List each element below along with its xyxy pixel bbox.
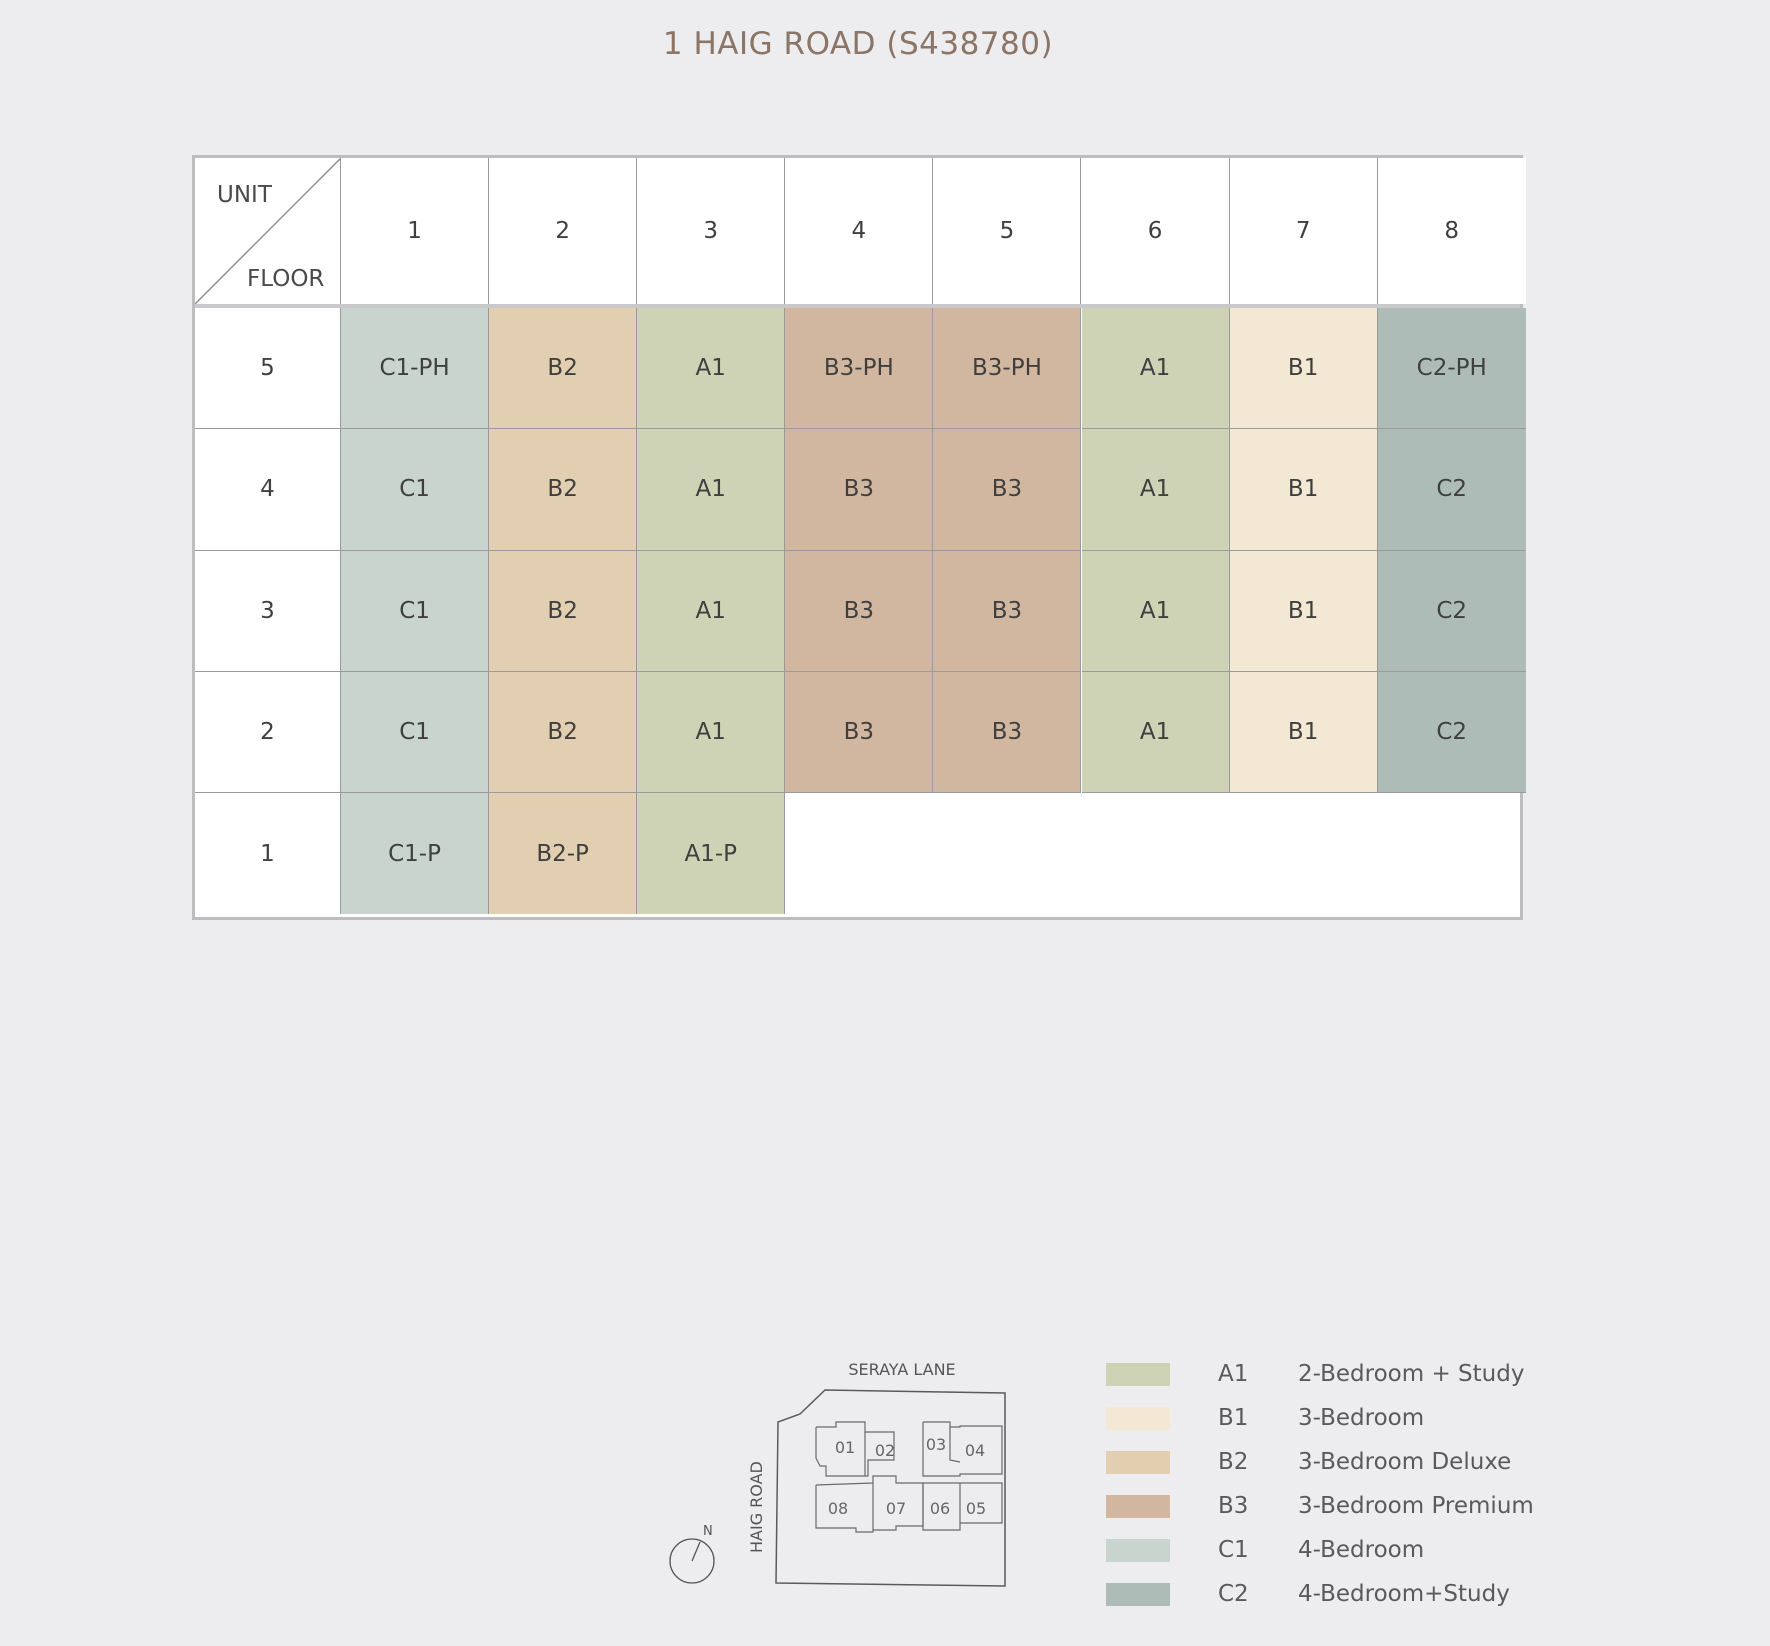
unit-cell: B3 <box>933 550 1082 672</box>
legend-swatch <box>1106 1406 1170 1430</box>
unit-cell: A1-P <box>637 793 786 915</box>
legend-code: B3 <box>1218 1493 1249 1519</box>
legend-code: C1 <box>1218 1537 1249 1563</box>
legend: A1 2-Bedroom + Study B1 3-Bedroom B2 3-Bedroo… <box>1106 1352 1534 1616</box>
unit-cell: A1 <box>1081 308 1230 430</box>
unit-cell: C1-PH <box>341 308 490 430</box>
unit-header-6: 6 <box>1081 158 1230 304</box>
unit-cell: B3 <box>933 671 1082 794</box>
legend-code: C2 <box>1218 1581 1249 1607</box>
unit-cell: A1 <box>1081 671 1230 794</box>
unit-cell: A1 <box>1081 550 1230 672</box>
unit-cell: B3 <box>785 429 934 551</box>
block-label-02: 02 <box>875 1441 895 1460</box>
unit-cell: B1 <box>1229 671 1378 794</box>
unit-cell: C2-PH <box>1377 308 1526 430</box>
legend-description: 3-Bedroom <box>1298 1405 1425 1431</box>
site-plan: SERAYA LANE HAIG ROAD 01 02 03 04 05 06 … <box>669 1360 1006 1587</box>
unit-cell: B2 <box>489 671 638 794</box>
unit-cell: C1-P <box>341 793 490 915</box>
floor-label-4: 4 <box>195 429 341 551</box>
unit-cell: B2-P <box>489 793 638 915</box>
unit-header-2: 2 <box>489 158 638 304</box>
corner-unit-label: UNIT <box>217 182 272 208</box>
floor-label-3: 3 <box>195 550 341 672</box>
block-label-03: 03 <box>926 1435 946 1454</box>
legend-code: A1 <box>1218 1361 1249 1387</box>
corner-cell: UNIT FLOOR <box>195 158 341 304</box>
unit-cell: C2 <box>1377 671 1526 794</box>
legend-description: 3-Bedroom Premium <box>1298 1493 1534 1519</box>
unit-cell: B3 <box>785 550 934 672</box>
unit-header-7: 7 <box>1229 158 1378 304</box>
unit-cell: C1 <box>341 550 490 672</box>
legend-item-c2: C2 4-Bedroom+Study <box>1106 1572 1510 1616</box>
legend-description: 2-Bedroom + Study <box>1298 1361 1525 1387</box>
unit-header-5: 5 <box>933 158 1082 304</box>
unit-cell: B2 <box>489 308 638 430</box>
legend-swatch <box>1106 1362 1170 1386</box>
block-label-04: 04 <box>965 1441 985 1460</box>
unit-floor-chart: UNIT FLOOR 1 2 3 4 5 6 7 8 5 C1-PH B2 A1 B3-PH B3-PH A… <box>192 155 1526 920</box>
unit-header-8: 8 <box>1377 158 1526 304</box>
unit-cell: B1 <box>1229 308 1378 430</box>
site-boundary <box>775 1389 1006 1587</box>
unit-cell: A1 <box>637 550 786 672</box>
seraya-lane-label: SERAYA LANE <box>848 1360 955 1379</box>
north-compass-icon: N <box>669 1524 715 1584</box>
unit-cell: B3-PH <box>785 308 934 430</box>
north-label: N <box>703 1524 713 1539</box>
block-label-06: 06 <box>930 1499 950 1518</box>
unit-cell: A1 <box>637 308 786 430</box>
block-label-07: 07 <box>886 1499 906 1518</box>
legend-description: 3-Bedroom Deluxe <box>1298 1449 1512 1475</box>
haig-road-label: HAIG ROAD <box>747 1461 766 1553</box>
unit-cell: B1 <box>1229 550 1378 672</box>
legend-item-a1: A1 2-Bedroom + Study <box>1106 1352 1524 1396</box>
unit-cell: C2 <box>1377 429 1526 551</box>
unit-header-1: 1 <box>341 158 490 304</box>
legend-code: B1 <box>1218 1405 1249 1431</box>
page-title: 1 HAIG ROAD (S438780) <box>662 26 1054 62</box>
legend-item-b1: B1 3-Bedroom <box>1106 1396 1424 1440</box>
legend-swatch <box>1106 1450 1170 1474</box>
unit-cell: B3 <box>785 671 934 794</box>
legend-swatch <box>1106 1582 1170 1606</box>
unit-cell: A1 <box>1081 429 1230 551</box>
unit-cell: C2 <box>1377 550 1526 672</box>
legend-description: 4-Bedroom <box>1298 1537 1425 1563</box>
unit-cell: B3-PH <box>933 308 1082 430</box>
unit-cell: B2 <box>489 429 638 551</box>
floor-label-5: 5 <box>195 308 341 430</box>
legend-swatch <box>1106 1538 1170 1562</box>
floor-label-2: 2 <box>195 671 341 794</box>
unit-cell: A1 <box>637 429 786 551</box>
legend-swatch <box>1106 1494 1170 1518</box>
legend-item-b3: B3 3-Bedroom Premium <box>1106 1484 1534 1528</box>
legend-description: 4-Bedroom+Study <box>1298 1581 1510 1607</box>
unit-cell: C1 <box>341 671 490 794</box>
block-label-01: 01 <box>835 1438 855 1457</box>
legend-code: B2 <box>1218 1449 1249 1475</box>
unit-header-3: 3 <box>637 158 786 304</box>
corner-floor-label: FLOOR <box>247 266 325 292</box>
legend-item-c1: C1 4-Bedroom <box>1106 1528 1424 1572</box>
unit-cell: A1 <box>637 671 786 794</box>
unit-cell: B2 <box>489 550 638 672</box>
floor-label-1: 1 <box>195 793 341 915</box>
unit-cell: C1 <box>341 429 490 551</box>
block-label-08: 08 <box>828 1499 848 1518</box>
block-label-05: 05 <box>966 1499 986 1518</box>
unit-cell: B1 <box>1229 429 1378 551</box>
unit-header-4: 4 <box>785 158 934 304</box>
unit-cell: B3 <box>933 429 1082 551</box>
legend-item-b2: B2 3-Bedroom Deluxe <box>1106 1440 1511 1484</box>
